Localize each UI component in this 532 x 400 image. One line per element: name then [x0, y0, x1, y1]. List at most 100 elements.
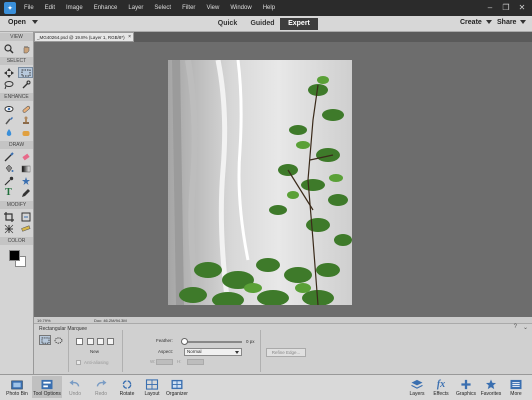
document-tab[interactable]: _MG40264.psd @ 19.8% (Layer 1, RGB/8*) ×: [34, 32, 134, 42]
aspect-value: Normal: [187, 349, 202, 354]
section-color-label: COLOR: [0, 237, 33, 245]
section-draw-label: DRAW: [0, 141, 33, 149]
eye-tool-icon[interactable]: [1, 103, 16, 114]
move-tool-icon[interactable]: [1, 67, 16, 78]
tool-options-button[interactable]: Tool Options: [32, 376, 62, 398]
tool-options-label: Tool Options: [33, 391, 61, 397]
brush-tool-icon[interactable]: [1, 151, 16, 162]
open-button[interactable]: Open: [8, 19, 38, 26]
pencil-tool-icon[interactable]: [18, 187, 33, 198]
lasso-tool-icon[interactable]: [1, 79, 16, 90]
add-selection-button[interactable]: [87, 338, 94, 345]
feather-slider-track[interactable]: [186, 341, 242, 343]
aspect-select[interactable]: Normal: [184, 348, 242, 356]
smart-brush-tool-icon[interactable]: [1, 115, 16, 126]
aspect-label: Aspect:: [158, 349, 174, 354]
recompose-tool-icon[interactable]: [18, 211, 33, 222]
width-input[interactable]: [156, 359, 173, 365]
tab-quick[interactable]: Quick: [210, 18, 245, 30]
color-swatches: [0, 245, 33, 273]
graphics-label: Graphics: [455, 391, 476, 397]
eraser-tool-icon[interactable]: [18, 151, 33, 162]
doc-size-info: Doc: 46.2M/94.3M: [94, 317, 127, 323]
share-button[interactable]: Share: [497, 19, 527, 26]
paint-bucket-tool-icon[interactable]: [1, 163, 16, 174]
mode-bar: Open Quick Guided Expert Create Share: [0, 16, 532, 32]
separator: [260, 330, 261, 372]
menu-edit[interactable]: Edit: [43, 4, 57, 12]
menu-file[interactable]: File: [22, 4, 36, 12]
gradient-tool-icon[interactable]: [18, 163, 33, 174]
tool-name-label: Rectangular Marquee: [39, 326, 88, 332]
minimize-icon[interactable]: –: [484, 2, 496, 13]
menu-help[interactable]: Help: [261, 4, 277, 12]
menu-enhance[interactable]: Enhance: [92, 4, 120, 12]
close-icon[interactable]: ✕: [516, 2, 528, 13]
favorites-label: Favorites: [480, 391, 502, 397]
photoshop-elements-window: ✦ File Edit Image Enhance Layer Select F…: [0, 0, 532, 400]
menu-window[interactable]: Window: [228, 4, 253, 12]
photo-bin-button[interactable]: Photo Bin: [2, 378, 32, 397]
custom-shape-tool-icon[interactable]: [18, 175, 33, 186]
quick-selection-tool-icon[interactable]: [18, 79, 33, 90]
more-button[interactable]: More: [501, 378, 531, 397]
eyedropper-tool-icon[interactable]: [1, 175, 16, 186]
menu-bar: ✦ File Edit Image Enhance Layer Select F…: [0, 0, 532, 16]
height-input[interactable]: [187, 359, 204, 365]
separator: [68, 330, 69, 372]
new-label: New: [90, 349, 100, 354]
menu-select[interactable]: Select: [152, 4, 173, 12]
intersect-selection-button[interactable]: [107, 338, 114, 345]
spot-healing-tool-icon[interactable]: [18, 103, 33, 114]
foreground-color-swatch[interactable]: [9, 250, 20, 261]
mode-tabs: Quick Guided Expert: [210, 18, 318, 30]
create-button[interactable]: Create: [460, 19, 492, 26]
marquee-tool-icon[interactable]: [18, 67, 33, 78]
zoom-tool-icon[interactable]: [1, 43, 16, 54]
clone-stamp-tool-icon[interactable]: [18, 115, 33, 126]
layout-label: Layout: [144, 391, 160, 397]
tab-expert[interactable]: Expert: [280, 18, 318, 30]
panel-menu-icon[interactable]: ⌄: [523, 324, 528, 331]
taskbar: Photo Bin Tool Options Undo Redo Rotate …: [0, 374, 532, 400]
chevron-down-icon: [31, 20, 38, 25]
document-image[interactable]: [168, 60, 352, 305]
blur-tool-icon[interactable]: [1, 127, 16, 138]
menu-filter[interactable]: Filter: [180, 4, 197, 12]
anti-aliasing-label: Anti-aliasing: [84, 360, 109, 365]
help-icon[interactable]: ?: [514, 324, 517, 331]
menu-layer[interactable]: Layer: [126, 4, 145, 12]
favorites-icon: [484, 378, 498, 390]
layers-icon: [410, 378, 424, 390]
organizer-label: Organizer: [166, 391, 188, 397]
height-label: H:: [177, 359, 182, 364]
open-label: Open: [8, 19, 26, 26]
section-view-label: VIEW: [0, 33, 33, 41]
tab-guided[interactable]: Guided: [245, 18, 280, 30]
menu-view[interactable]: View: [204, 4, 221, 12]
crop-tool-icon[interactable]: [1, 211, 16, 222]
chevron-down-icon: [235, 351, 239, 354]
sponge-tool-icon[interactable]: [18, 127, 33, 138]
new-selection-button[interactable]: [76, 338, 83, 345]
rectangular-marquee-button[interactable]: [39, 335, 51, 345]
zoom-level[interactable]: 19.79%: [34, 318, 54, 323]
app-logo-icon: ✦: [4, 2, 16, 14]
effects-label: Effects: [433, 391, 449, 397]
menu-image[interactable]: Image: [64, 4, 85, 12]
elliptical-marquee-button[interactable]: [52, 335, 64, 345]
content-aware-move-tool-icon[interactable]: [1, 223, 16, 234]
toolbox: VIEW SELECT ENHANCE DRAW T MODIFY COLOR: [0, 32, 34, 374]
refine-edge-button[interactable]: Refine Edge...: [266, 348, 306, 357]
subtract-selection-button[interactable]: [97, 338, 104, 345]
straighten-tool-icon[interactable]: [18, 223, 33, 234]
restore-icon[interactable]: ❐: [500, 2, 512, 13]
hand-tool-icon[interactable]: [18, 43, 33, 54]
photo-bin-label: Photo Bin: [6, 391, 28, 397]
close-document-icon[interactable]: ×: [128, 33, 131, 41]
type-tool-icon[interactable]: T: [1, 187, 16, 198]
anti-aliasing-checkbox[interactable]: [76, 360, 81, 365]
organizer-button[interactable]: Organizer: [162, 378, 192, 397]
organizer-icon: [170, 378, 184, 390]
feather-slider-handle[interactable]: [181, 338, 188, 345]
